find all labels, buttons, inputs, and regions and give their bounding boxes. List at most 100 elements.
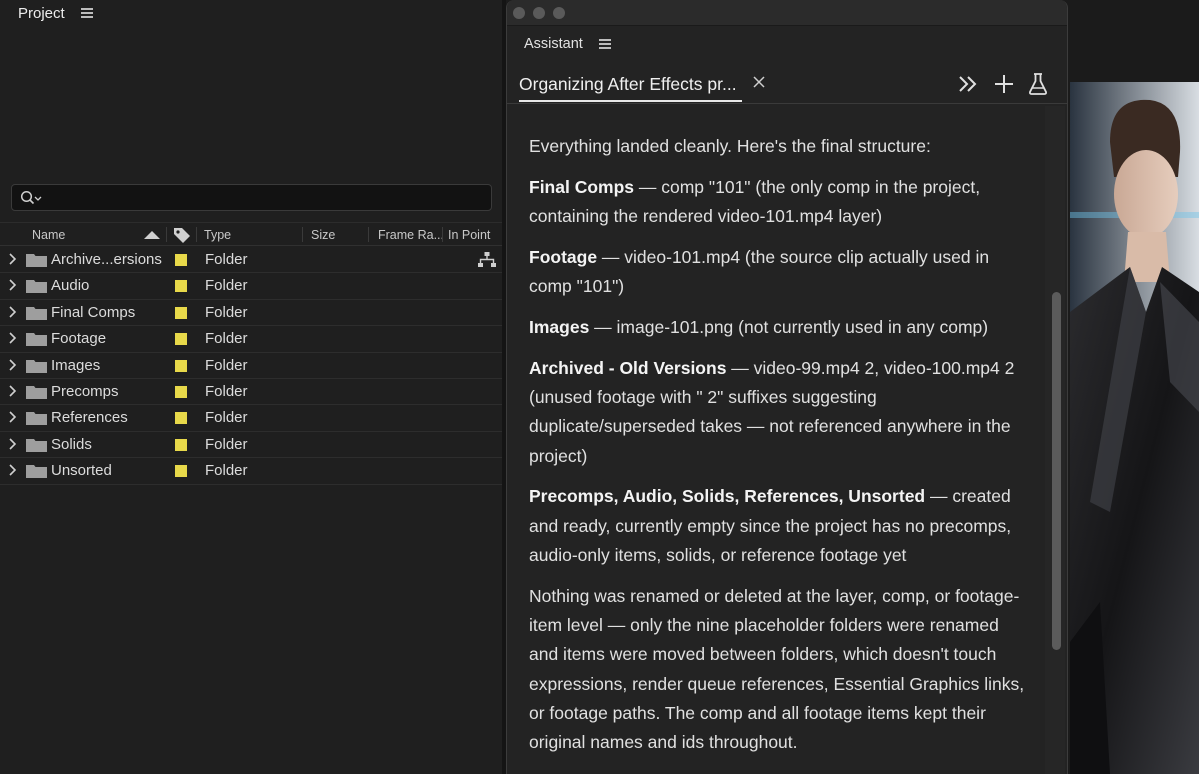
close-icon[interactable] [753, 76, 765, 88]
search-input[interactable] [11, 184, 492, 211]
list-item[interactable]: Footage Folder [0, 326, 502, 353]
tab-bar: Organizing After Effects pr... [507, 66, 1067, 104]
chevron-right-icon[interactable] [7, 306, 17, 318]
message-section: Precomps, Audio, Solids, References, Uns… [529, 482, 1029, 570]
chevron-right-icon[interactable] [7, 411, 17, 423]
folder-icon [26, 465, 47, 479]
hamburger-menu-icon[interactable] [80, 8, 93, 18]
label-color[interactable] [175, 280, 187, 293]
label-color[interactable] [175, 438, 187, 451]
label-color[interactable] [175, 359, 187, 372]
item-type: Folder [205, 462, 248, 480]
message-intro: Everything landed cleanly. Here's the fi… [529, 136, 931, 156]
double-chevron-right-icon[interactable] [958, 72, 978, 96]
item-name: Images [51, 356, 101, 374]
window-minimize-button[interactable] [533, 7, 545, 19]
message-section: Final Comps — comp "101" (the only comp … [529, 173, 1029, 232]
folder-icon [26, 280, 47, 294]
assistant-panel-title: Assistant [524, 36, 583, 52]
search-icon [20, 190, 42, 205]
item-name: Archive...ersions [51, 251, 162, 268]
assistant-panel-header: Assistant [524, 36, 611, 52]
item-type: Folder [205, 330, 248, 348]
section-heading: Archived - Old Versions [529, 357, 727, 378]
list-item[interactable]: Final Comps Folder [0, 300, 502, 327]
item-type: Folder [205, 277, 248, 295]
assistant-window: Assistant Organizing After Effects pr...… [506, 0, 1068, 774]
list-item[interactable]: Precomps Folder [0, 379, 502, 406]
list-item[interactable]: Unsorted Folder [0, 458, 502, 485]
active-tab-indicator [519, 100, 742, 102]
flask-icon[interactable] [1027, 72, 1049, 96]
section-heading: Precomps, Audio, Solids, References, Uns… [529, 486, 926, 507]
sort-ascending-icon[interactable] [144, 231, 160, 239]
list-item[interactable]: Images Folder [0, 353, 502, 379]
chevron-right-icon[interactable] [7, 253, 17, 265]
item-type: Folder [205, 303, 248, 321]
section-heading: Footage [529, 246, 598, 267]
item-name: Audio [51, 277, 90, 295]
folder-icon [26, 359, 47, 373]
window-titlebar[interactable] [507, 0, 1067, 26]
column-frame-rate[interactable]: Frame Ra... [378, 228, 444, 242]
project-panel-title: Project [18, 4, 65, 22]
message-section: Archived - Old Versions — video-99.mp4 2… [529, 354, 1029, 471]
item-type: Folder [205, 251, 248, 268]
column-name[interactable]: Name [32, 228, 65, 242]
label-color[interactable] [175, 412, 187, 425]
item-type: Folder [205, 409, 248, 427]
assistant-message: Everything landed cleanly. Here's the fi… [507, 106, 1043, 774]
label-color[interactable] [175, 254, 187, 266]
window-zoom-button[interactable] [553, 7, 565, 19]
section-text: — image-101.png (not currently used in a… [589, 316, 989, 337]
item-type: Folder [205, 356, 248, 374]
plus-icon[interactable] [993, 72, 1015, 96]
message-section: Footage — video-101.mp4 (the source clip… [529, 243, 1029, 302]
preview-image [1070, 82, 1199, 774]
chevron-right-icon[interactable] [7, 332, 17, 344]
label-color[interactable] [175, 333, 187, 346]
item-name: References [51, 409, 128, 427]
chevron-right-icon[interactable] [7, 358, 17, 371]
folder-icon [26, 306, 47, 320]
item-name: Precomps [51, 382, 119, 400]
tab-organizing-project[interactable]: Organizing After Effects pr... [519, 74, 737, 95]
section-text: — video-101.mp4 (the source clip actuall… [529, 246, 990, 297]
item-name: Solids [51, 435, 92, 453]
folder-icon [26, 438, 47, 452]
label-tag-icon[interactable] [173, 227, 191, 243]
section-heading: Final Comps [529, 176, 635, 197]
label-color[interactable] [175, 306, 187, 319]
label-color[interactable] [175, 385, 187, 398]
window-close-button[interactable] [513, 7, 525, 19]
section-heading: Images [529, 316, 590, 337]
project-items-list: Archive...ersions Folder Audio Folder Fi… [0, 247, 502, 485]
item-type: Folder [205, 382, 248, 400]
item-name: Unsorted [51, 462, 112, 480]
list-item[interactable]: Audio Folder [0, 273, 502, 300]
column-type[interactable]: Type [204, 228, 231, 242]
chevron-right-icon[interactable] [7, 464, 17, 476]
project-panel: Project Name Type Size Frame Ra... In Po… [0, 0, 502, 774]
chevron-right-icon[interactable] [7, 438, 17, 450]
hamburger-menu-icon[interactable] [598, 39, 611, 49]
column-in-point[interactable]: In Point [448, 228, 490, 242]
label-color[interactable] [175, 465, 187, 478]
list-item[interactable]: Solids Folder [0, 432, 502, 459]
chevron-right-icon[interactable] [7, 279, 17, 291]
folder-icon [26, 385, 47, 399]
message-closing: Nothing was renamed or deleted at the la… [529, 585, 1025, 753]
column-header-row: Name Type Size Frame Ra... In Point [0, 222, 502, 246]
chevron-right-icon[interactable] [7, 385, 17, 397]
folder-icon [26, 412, 47, 426]
list-item[interactable]: References Folder [0, 405, 502, 432]
item-name: Footage [51, 330, 107, 348]
list-item[interactable]: Archive...ersions Folder [0, 247, 502, 274]
item-name: Final Comps [51, 303, 136, 321]
scrollbar-thumb[interactable] [1052, 292, 1061, 650]
column-size[interactable]: Size [311, 228, 335, 242]
flowchart-icon[interactable] [478, 252, 496, 268]
item-type: Folder [205, 435, 248, 453]
message-section: Images — image-101.png (not currently us… [529, 313, 1029, 342]
project-panel-header: Project [0, 0, 93, 26]
